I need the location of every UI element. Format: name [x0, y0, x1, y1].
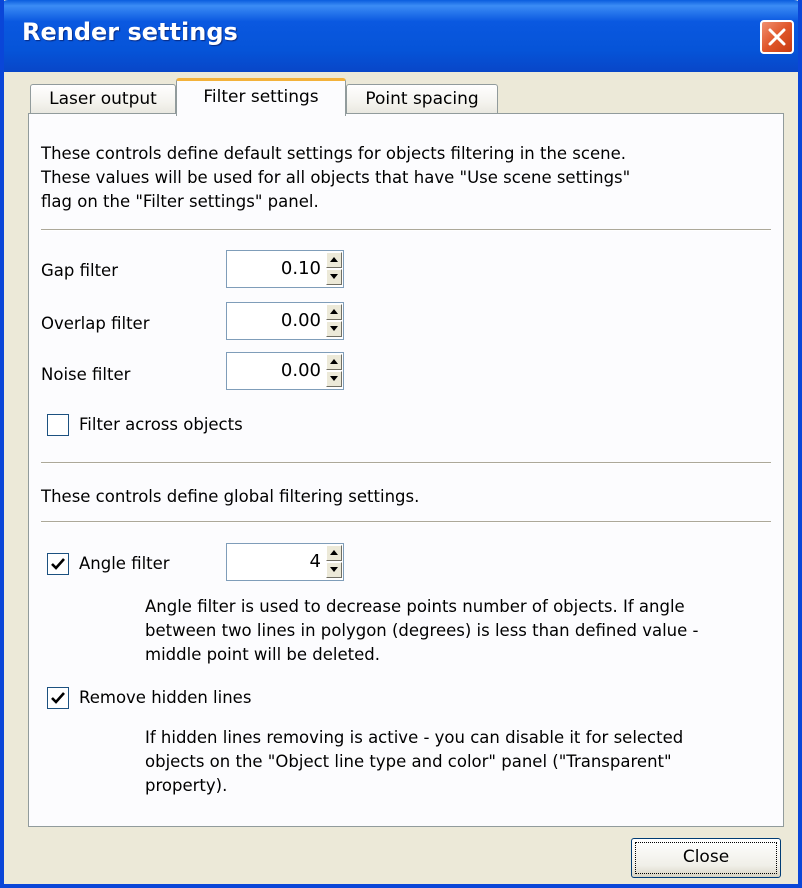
close-button[interactable]: Close	[631, 838, 781, 878]
focus-rectangle	[635, 842, 777, 874]
remove-hidden-lines-label[interactable]: Remove hidden lines	[79, 686, 251, 710]
gap-filter-value[interactable]: 0.10	[281, 258, 321, 279]
remove-hidden-lines-description: If hidden lines removing is active - you…	[145, 728, 684, 795]
global-settings-description: These controls define global filtering s…	[41, 487, 420, 506]
spin-up-icon[interactable]	[326, 545, 342, 561]
spin-up-icon[interactable]	[326, 304, 342, 320]
remove-hidden-lines-checkbox[interactable]	[47, 687, 69, 709]
angle-filter-value[interactable]: 4	[310, 551, 321, 572]
separator	[41, 229, 771, 231]
filter-settings-panel: These controls define default settings f…	[28, 113, 784, 827]
checkmark-icon	[51, 692, 65, 704]
noise-filter-spinner[interactable]: 0.00	[226, 352, 344, 390]
spin-down-icon[interactable]	[326, 269, 342, 285]
title-bar[interactable]: Render settings	[4, 0, 798, 72]
tab-point-spacing[interactable]: Point spacing	[346, 84, 498, 114]
checkmark-icon	[51, 558, 65, 570]
filter-across-objects-checkbox[interactable]	[47, 414, 69, 436]
tab-filter-settings[interactable]: Filter settings	[176, 78, 346, 116]
spin-down-icon[interactable]	[326, 371, 342, 387]
angle-filter-description: Angle filter is used to decrease points …	[145, 597, 699, 664]
angle-filter-label[interactable]: Angle filter	[79, 552, 170, 576]
overlap-filter-spinner[interactable]: 0.00	[226, 302, 344, 340]
angle-filter-checkbox[interactable]	[47, 553, 69, 575]
separator	[41, 521, 771, 523]
gap-filter-label: Gap filter	[41, 261, 118, 280]
angle-filter-spinner[interactable]: 4	[226, 543, 344, 581]
filter-across-objects-label[interactable]: Filter across objects	[79, 413, 243, 437]
scene-settings-description: These controls define default settings f…	[41, 144, 631, 211]
separator	[41, 462, 771, 464]
gap-filter-spinner[interactable]: 0.10	[226, 250, 344, 288]
spin-down-icon[interactable]	[326, 321, 342, 337]
noise-filter-value[interactable]: 0.00	[281, 360, 321, 381]
tab-laser-output[interactable]: Laser output	[30, 84, 176, 114]
render-settings-window: Render settings Laser output Filter sett…	[0, 0, 802, 888]
overlap-filter-value[interactable]: 0.00	[281, 310, 321, 331]
window-title: Render settings	[22, 18, 238, 46]
overlap-filter-label: Overlap filter	[41, 314, 150, 333]
spin-up-icon[interactable]	[326, 252, 342, 268]
spin-up-icon[interactable]	[326, 354, 342, 370]
spin-down-icon[interactable]	[326, 562, 342, 578]
close-icon[interactable]	[760, 20, 794, 54]
noise-filter-label: Noise filter	[41, 365, 131, 384]
